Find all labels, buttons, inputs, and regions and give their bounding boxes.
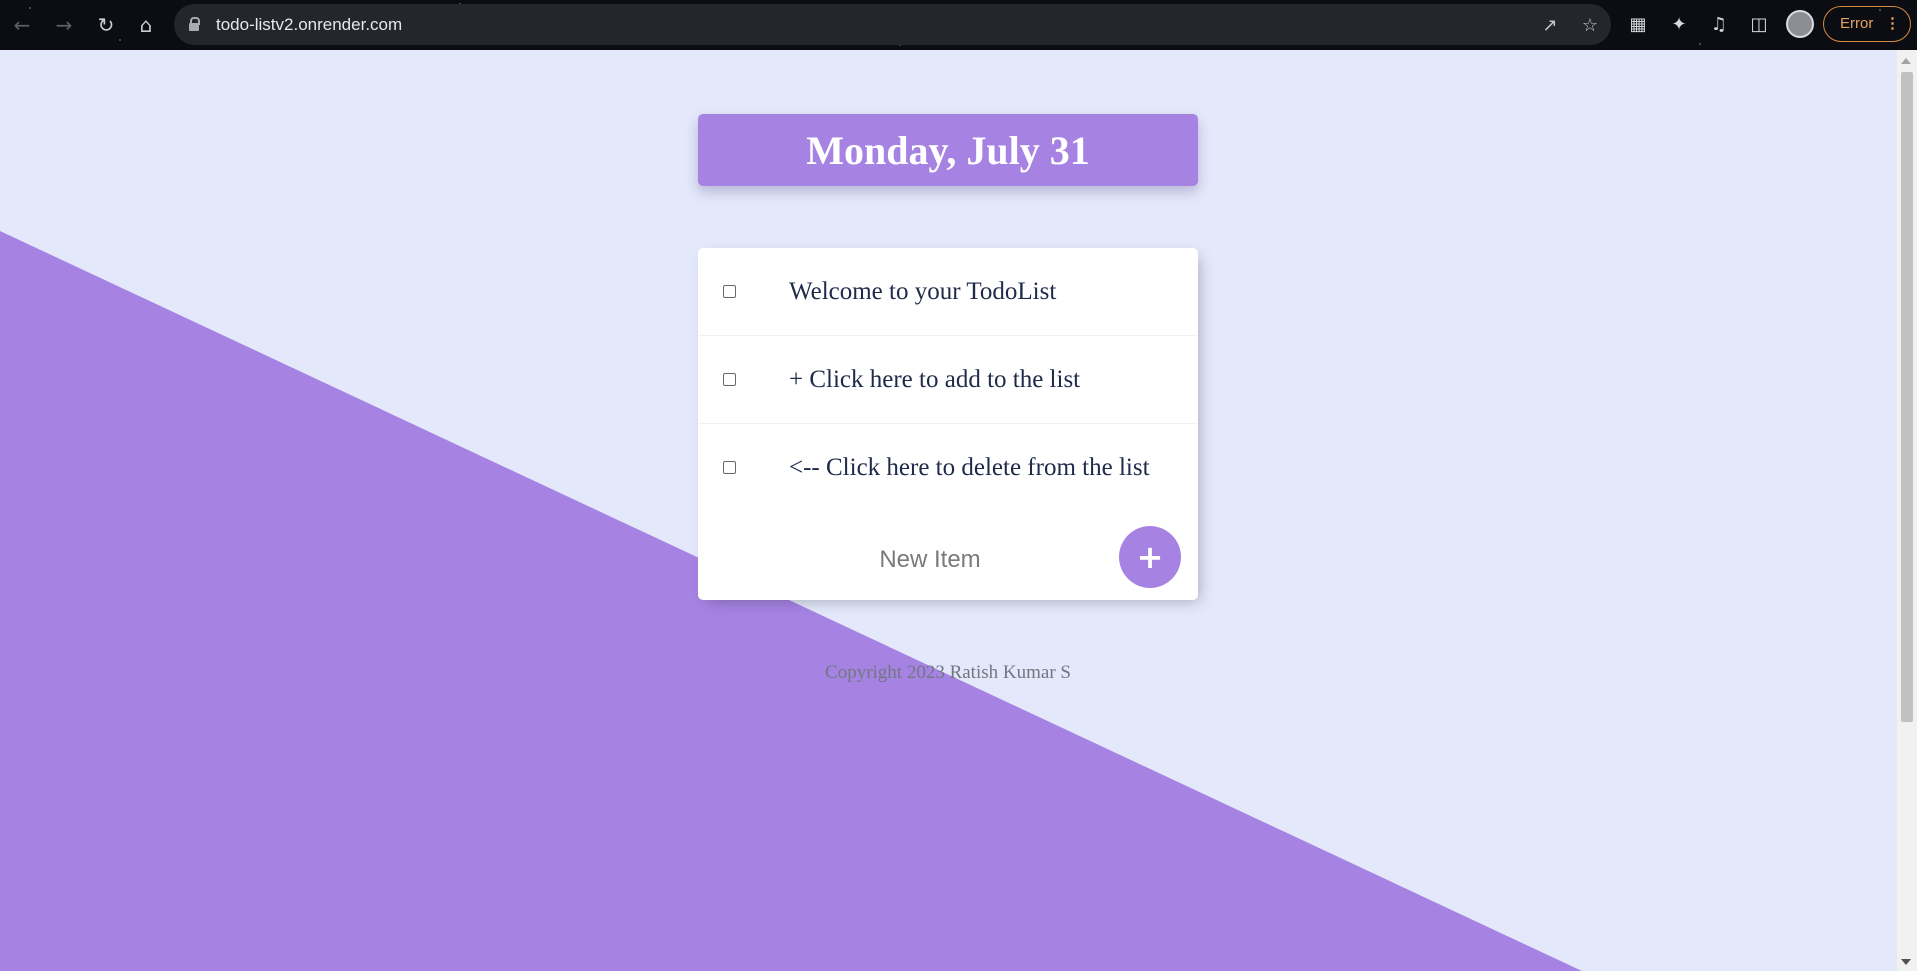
page-viewport: Monday, July 31 Welcome to your TodoList… — [0, 50, 1897, 971]
item-checkbox[interactable] — [723, 285, 736, 298]
forward-arrow-icon[interactable]: → — [48, 9, 80, 41]
side-panel-icon[interactable]: ◫ — [1745, 10, 1773, 38]
url-text[interactable]: todo-listv2.onrender.com — [216, 4, 402, 45]
item-label: Welcome to your TodoList — [789, 278, 1057, 305]
share-icon[interactable]: ↗ — [1537, 12, 1563, 38]
error-button[interactable]: Error ⋮ — [1823, 6, 1911, 42]
footer-copyright: Copyright 2023 Ratish Kumar S — [825, 662, 1071, 683]
day-heading: Monday, July 31 — [698, 114, 1198, 186]
list-item: <-- Click here to delete from the list — [698, 424, 1198, 512]
reload-icon[interactable]: ↻ — [90, 9, 122, 41]
back-arrow-icon[interactable]: ← — [6, 9, 38, 41]
todo-card: Welcome to your TodoList + Click here to… — [698, 248, 1198, 600]
extension-icon[interactable]: ▦ — [1624, 10, 1652, 38]
media-queue-icon[interactable]: ♫ — [1705, 10, 1733, 38]
scrollbar-thumb[interactable] — [1901, 72, 1913, 722]
avatar[interactable] — [1786, 10, 1814, 38]
puzzle-icon[interactable]: ✦ — [1665, 10, 1693, 38]
lock-icon[interactable] — [189, 17, 200, 31]
scroll-down-arrow-icon[interactable] — [1901, 959, 1911, 965]
item-label: <-- Click here to delete from the list — [789, 454, 1150, 481]
list-item: + Click here to add to the list — [698, 336, 1198, 424]
new-item-input[interactable] — [778, 534, 1082, 586]
home-icon[interactable]: ⌂ — [130, 9, 162, 41]
menu-dots-icon: ⋮ — [1885, 15, 1900, 32]
error-label: Error — [1840, 15, 1874, 32]
browser-toolbar: ← → ↻ ⌂ todo-listv2.onrender.com ↗ ☆ ▦ ✦… — [0, 0, 1917, 50]
list-item: Welcome to your TodoList — [698, 248, 1198, 336]
address-bar[interactable]: todo-listv2.onrender.com ↗ ☆ — [174, 4, 1611, 45]
item-label: + Click here to add to the list — [789, 366, 1081, 393]
scroll-up-arrow-icon[interactable] — [1901, 58, 1911, 64]
scrollbar[interactable] — [1897, 50, 1917, 971]
star-icon[interactable]: ☆ — [1577, 12, 1603, 38]
item-checkbox[interactable] — [723, 461, 736, 474]
item-checkbox[interactable] — [723, 373, 736, 386]
add-button[interactable]: + — [1119, 526, 1181, 588]
